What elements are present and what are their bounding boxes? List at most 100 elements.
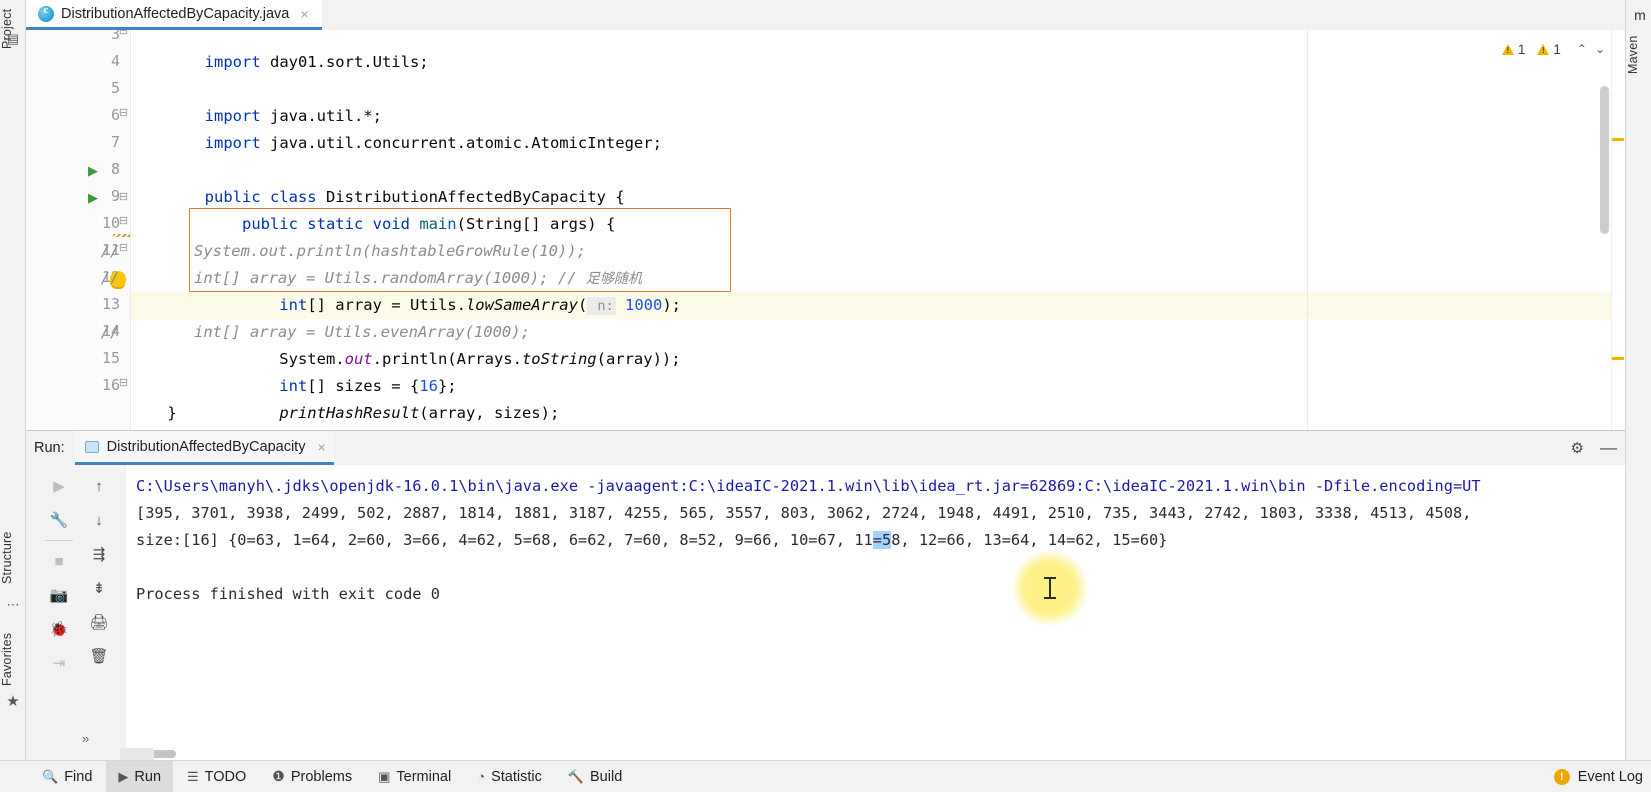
run-configuration-tab[interactable]: DistributionAffectedByCapacity × <box>74 431 334 465</box>
editor-tab-label: DistributionAffectedByCapacity.java <box>61 5 290 22</box>
fold-icon[interactable]: ⊟ <box>118 30 129 37</box>
code-line-15: int[] sizes = {16}; <box>204 377 457 395</box>
code-line-12: int[] array = Utils.lowSameArray( n: 100… <box>204 296 682 315</box>
status-bar: 🔍 Find ▶ Run ☰ TODO ❶ Problems ▣ Termina… <box>0 760 1651 792</box>
right-tool-rail: m Maven <box>1625 0 1651 760</box>
structure-icon[interactable]: ⋯ <box>4 596 22 614</box>
editor-scrollbar-thumb[interactable] <box>1600 86 1609 234</box>
inspection-mark[interactable] <box>1612 138 1624 141</box>
console-output[interactable]: C:\Users\manyh\.jdks\openjdk-16.0.1\bin\… <box>126 465 1625 760</box>
close-icon[interactable]: × <box>313 439 325 455</box>
run-window-label: Run: <box>34 440 65 456</box>
gear-icon[interactable]: ⚙ <box>1571 439 1584 457</box>
line-number: 13 <box>101 295 120 313</box>
editor-gutter[interactable]: 3 4 5 6 7 8 9 10 11 12 13 14 15 16 ▶ ▶ ⊟… <box>26 30 130 430</box>
left-tool-rail: ▤ Project Structure ⋯ Favorites ★ <box>0 0 26 760</box>
list-icon: ☰ <box>187 768 199 784</box>
inspection-strip[interactable] <box>1611 30 1625 430</box>
export-button[interactable]: ⇥ <box>44 648 74 678</box>
scroll-up-button[interactable]: ↑ <box>84 471 114 501</box>
console-line: Process finished with exit code 0 <box>136 585 440 603</box>
code-text-area[interactable]: import day01.sort.Utils; import java.uti… <box>100 30 1625 430</box>
sidebar-item-favorites[interactable]: Favorites <box>0 620 26 698</box>
console-line: [395, 3701, 3938, 2499, 502, 2887, 1814,… <box>136 504 1472 522</box>
line-number: 5 <box>110 79 120 97</box>
settings-wrench-button[interactable]: 🔧 <box>44 505 74 535</box>
status-label: Run <box>134 768 162 785</box>
chevron-up-icon[interactable]: ⌃ <box>1575 42 1589 56</box>
code-line-10: // System.out.println(hashtableGrowRule(… <box>100 242 586 260</box>
fold-icon[interactable]: ⊟ <box>118 108 129 119</box>
warning-squiggle <box>113 234 130 237</box>
status-item-find[interactable]: 🔍 Find <box>30 761 104 792</box>
inspection-mark[interactable] <box>1612 357 1624 360</box>
status-tab-indicator <box>120 748 154 760</box>
status-item-build[interactable]: 🔨 Build <box>556 761 634 792</box>
code-line-3: import day01.sort.Utils; <box>204 53 429 71</box>
line-number: 6 <box>110 106 120 124</box>
stop-button[interactable]: ■ <box>44 546 74 576</box>
line-number: 10 <box>101 214 120 232</box>
status-item-todo[interactable]: ☰ TODO <box>175 761 258 792</box>
code-line-13: // int[] array = Utils.evenArray(1000); <box>100 323 530 341</box>
console-line: C:\Users\manyh\.jdks\openjdk-16.0.1\bin\… <box>136 477 1481 495</box>
code-line-17: } <box>130 404 177 422</box>
status-item-problems[interactable]: ❶ Problems <box>260 761 364 792</box>
soft-wrap-button[interactable]: ⇶ <box>84 539 114 569</box>
run-class-gutter-icon[interactable]: ▶ <box>88 163 100 178</box>
event-log-badge-icon: ! <box>1553 768 1570 785</box>
status-item-statistic[interactable]: ◔ Statistic <box>465 761 554 792</box>
run-tab-label: DistributionAffectedByCapacity <box>106 438 306 455</box>
code-line-16: printHashResult(array, sizes); <box>279 404 560 422</box>
run-window-actions: ⚙ — <box>1571 431 1617 465</box>
code-editor[interactable]: 3 4 5 6 7 8 9 10 11 12 13 14 15 16 ▶ ▶ ⊟… <box>26 30 1625 430</box>
screenshot-button[interactable]: 📷 <box>44 580 74 610</box>
run-method-gutter-icon[interactable]: ▶ <box>88 190 100 205</box>
code-line-11: // int[] array = Utils.randomArray(1000)… <box>100 269 642 287</box>
run-toolbar: ▶ 🔧 ■ 📷 🐞 ⇥ ↑ ↓ ⇶ ⇟ 🖨 🗑 <box>26 465 126 760</box>
warning-icon: ❶ <box>272 768 285 784</box>
inspection-summary: 1 1 ⌃ ⌄ <box>1501 38 1607 60</box>
chevron-down-icon[interactable]: ⌄ <box>1593 42 1607 56</box>
status-label: Find <box>64 768 93 785</box>
print-button[interactable]: 🖨 <box>84 607 114 637</box>
maven-icon[interactable]: m <box>1631 6 1649 24</box>
editor-tab-bar: DistributionAffectedByCapacity.java × <box>26 0 1625 30</box>
debug-button[interactable]: 🐞 <box>44 614 74 644</box>
fold-icon[interactable]: ⊟ <box>118 192 129 203</box>
sidebar-item-structure[interactable]: Structure <box>0 520 26 596</box>
fold-icon[interactable]: ⊟ <box>118 216 129 227</box>
expand-rail-chevron[interactable]: » <box>82 731 89 746</box>
code-line-5: import java.util.*; <box>204 107 382 125</box>
scroll-down-button[interactable]: ↓ <box>84 505 114 535</box>
sidebar-item-project[interactable]: Project <box>0 0 26 58</box>
fold-icon[interactable]: ⊟ <box>118 378 129 389</box>
code-line-8: public class DistributionAffectedByCapac… <box>204 188 625 206</box>
run-toolbar-secondary: ↑ ↓ ⇶ ⇟ 🖨 🗑 <box>84 471 130 675</box>
pie-icon: ◔ <box>477 769 486 784</box>
line-number: 8 <box>110 160 120 178</box>
clear-all-button[interactable]: 🗑 <box>84 641 114 671</box>
search-icon: 🔍 <box>42 768 59 784</box>
rerun-button[interactable]: ▶ <box>44 471 74 501</box>
editor-tab[interactable]: DistributionAffectedByCapacity.java × <box>26 0 322 30</box>
status-label: Build <box>590 768 623 785</box>
line-number: 3 <box>110 30 120 43</box>
console-hscrollbar[interactable] <box>126 748 1611 760</box>
favorites-icon[interactable]: ★ <box>4 692 22 710</box>
status-item-terminal[interactable]: ▣ Terminal <box>366 761 463 792</box>
close-icon[interactable]: × <box>296 6 308 22</box>
status-item-event-log[interactable]: ! Event Log <box>1553 768 1643 785</box>
status-label: TODO <box>204 768 247 785</box>
line-number: 7 <box>110 133 120 151</box>
sidebar-item-maven[interactable]: Maven <box>1626 26 1651 84</box>
run-tool-window: Run: DistributionAffectedByCapacity × ⚙ … <box>26 430 1625 760</box>
minimize-icon[interactable]: — <box>1600 438 1617 458</box>
warning-icon <box>1537 43 1550 55</box>
console-icon <box>84 440 99 453</box>
scroll-to-end-button[interactable]: ⇟ <box>84 573 114 603</box>
console-selection: =5 <box>872 531 892 549</box>
line-number: 9 <box>110 187 120 205</box>
status-item-run[interactable]: ▶ Run <box>106 760 174 792</box>
line-number: 15 <box>101 349 120 367</box>
